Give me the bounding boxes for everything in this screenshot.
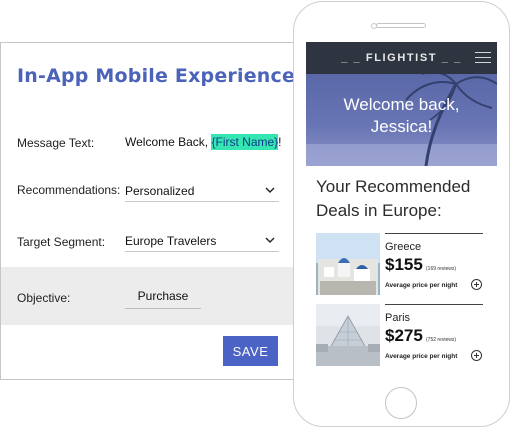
chevron-down-icon <box>265 237 275 243</box>
greece-photo <box>316 233 380 295</box>
deals-heading-line-1: Your Recommended <box>316 177 471 196</box>
plus-circle-icon[interactable] <box>471 279 482 290</box>
deal-price: $155 <box>385 255 423 274</box>
objective-row: Objective: Purchase <box>1 267 299 325</box>
deals-heading: Your Recommended Deals in Europe: <box>316 175 496 223</box>
target-segment-value: Europe Travelers <box>125 234 217 248</box>
deal-reviews: (169 reviews) <box>426 266 457 272</box>
deal-price-caption: Average price per night <box>385 282 458 289</box>
recommendations-label: Recommendations: <box>17 183 121 197</box>
welcome-message: Welcome back, Jessica! <box>306 94 497 138</box>
deal-divider <box>385 233 483 234</box>
welcome-line-1: Welcome back, <box>343 95 460 114</box>
home-button[interactable] <box>385 387 417 419</box>
panel-title: In-App Mobile Experience <box>17 65 296 87</box>
brand-logo: _ _ FLIGHTIST _ _ <box>341 52 462 64</box>
first-name-token[interactable]: {First Name} <box>211 134 279 150</box>
deal-price-caption: Average price per night <box>385 353 458 360</box>
target-segment-label: Target Segment: <box>17 235 106 249</box>
hamburger-icon[interactable] <box>475 52 491 64</box>
deals-heading-line-2: Deals in Europe: <box>316 201 442 220</box>
chevron-down-icon <box>265 187 275 193</box>
message-text-label: Message Text: <box>17 136 95 150</box>
deal-city: Paris <box>385 312 411 324</box>
deal-card-paris[interactable]: Paris $275 (752 reviews) Average price p… <box>316 304 486 366</box>
campaign-config-panel: In-App Mobile Experience Message Text: W… <box>0 42 300 380</box>
deal-card-greece[interactable]: Greece $155 (169 reviews) Average price … <box>316 233 486 295</box>
phone-screen: _ _ FLIGHTIST _ _ Welcome back, Jessica!… <box>306 42 497 384</box>
deal-city: Greece <box>385 241 422 253</box>
phone-speaker <box>376 23 426 28</box>
objective-label: Objective: <box>17 291 71 305</box>
message-text-field[interactable]: Welcome Back, {First Name}! <box>125 134 282 150</box>
welcome-hero: Welcome back, Jessica! <box>306 74 497 166</box>
recommendations-value: Personalized <box>125 184 195 198</box>
target-segment-select[interactable]: Europe Travelers <box>125 230 279 252</box>
paris-photo <box>316 304 380 366</box>
save-button[interactable]: SAVE <box>223 336 278 366</box>
plus-circle-icon[interactable] <box>471 350 482 361</box>
app-bar: _ _ FLIGHTIST _ _ <box>306 42 497 74</box>
message-suffix: ! <box>278 135 282 149</box>
welcome-line-2: Jessica! <box>370 117 433 136</box>
deal-reviews: (752 reviews) <box>426 337 457 343</box>
deal-price: $275 <box>385 326 423 345</box>
phone-mockup: _ _ FLIGHTIST _ _ Welcome back, Jessica!… <box>293 1 510 427</box>
message-prefix: Welcome Back, <box>125 135 212 149</box>
objective-field[interactable]: Purchase <box>125 289 201 309</box>
recommendations-select[interactable]: Personalized <box>125 180 279 202</box>
deal-divider <box>385 304 483 305</box>
